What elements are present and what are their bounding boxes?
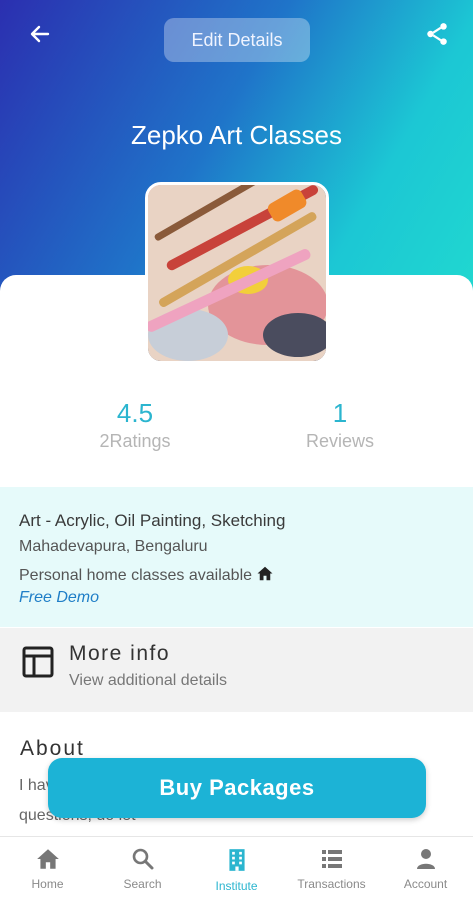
house-icon <box>257 566 273 581</box>
nav-item-home[interactable]: Home <box>0 837 95 901</box>
bottom-navigation: Home Search Institute Transactions Accou… <box>0 836 473 901</box>
back-button[interactable] <box>22 18 58 50</box>
share-icon <box>427 23 447 45</box>
nav-item-transactions[interactable]: Transactions <box>284 837 379 901</box>
stats-row: 4.5 2Ratings 1 Reviews <box>0 398 473 462</box>
nav-item-institute[interactable]: Institute <box>189 837 284 901</box>
arrow-left-icon <box>30 25 50 43</box>
location-text: Mahadevapura, Bengaluru <box>19 538 208 555</box>
nav-label-home: Home <box>31 877 64 891</box>
rating-stat[interactable]: 4.5 2Ratings <box>55 398 215 452</box>
institute-icon <box>228 849 245 871</box>
transactions-icon <box>321 850 342 868</box>
nav-label-transactions: Transactions <box>297 877 366 891</box>
nav-label-search: Search <box>123 877 162 891</box>
edit-details-button[interactable]: Edit Details <box>164 18 310 62</box>
rating-label: 2Ratings <box>99 431 171 451</box>
more-info-title: More info <box>69 642 171 665</box>
buy-packages-button[interactable]: Buy Packages <box>48 758 426 818</box>
institute-name: Zepko Art Classes <box>131 120 342 150</box>
more-info-subtitle: View additional details <box>69 672 228 689</box>
home-classes-text: Personal home classes available <box>19 567 253 584</box>
account-icon <box>416 849 435 869</box>
home-icon <box>36 849 59 869</box>
reviews-label: Reviews <box>305 431 375 451</box>
table-layout-icon <box>22 646 54 678</box>
home-classes-row: Personal home classes available <box>19 565 274 585</box>
reviews-value: 1 <box>332 398 348 428</box>
nav-label-account: Account <box>403 877 448 891</box>
search-icon <box>132 848 153 870</box>
share-button[interactable] <box>419 16 455 52</box>
institute-photo <box>145 182 329 364</box>
category-text: Art - Acrylic, Oil Painting, Sketching <box>19 511 286 530</box>
rating-value: 4.5 <box>116 398 154 428</box>
reviews-stat[interactable]: 1 Reviews <box>260 398 420 452</box>
free-demo-link[interactable]: Free Demo <box>19 589 99 607</box>
paint-brushes-image <box>148 185 326 361</box>
nav-item-account[interactable]: Account <box>378 837 473 901</box>
nav-label-institute: Institute <box>215 879 258 893</box>
nav-item-search[interactable]: Search <box>95 837 190 901</box>
more-info-row[interactable]: More info View additional details <box>0 628 473 712</box>
institute-info: Art - Acrylic, Oil Painting, Sketching M… <box>0 487 473 627</box>
